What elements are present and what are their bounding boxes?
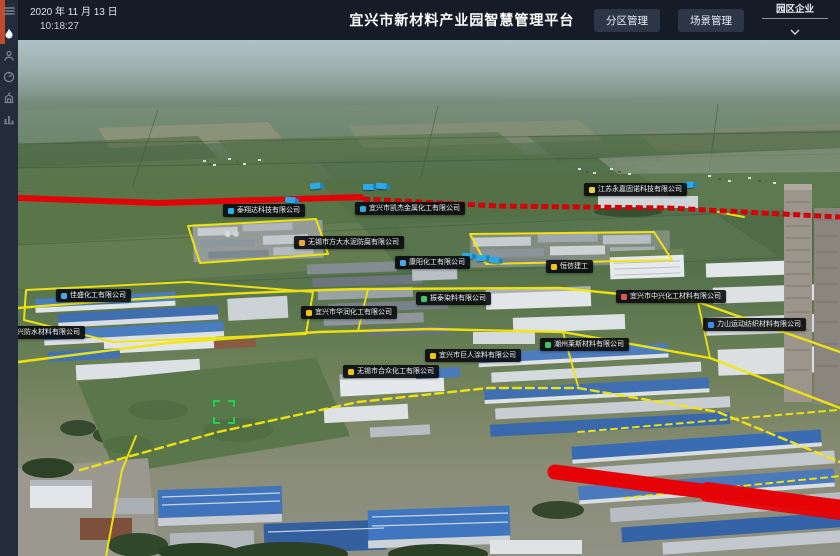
page-title: 宜兴市新材料产业园智慧管理平台	[349, 10, 574, 30]
company-label-text: 无锡市合众化工有限公司	[357, 368, 434, 375]
company-label[interactable]: 力山运动纺织材料有限公司	[703, 318, 806, 331]
dropdown-divider	[762, 18, 828, 19]
left-toolbar	[0, 0, 18, 556]
company-label[interactable]: 江苏永嘉固诺科技有限公司	[584, 183, 687, 196]
gauge-icon	[3, 71, 15, 83]
company-marker-icon	[708, 322, 714, 328]
company-label-text: 宜兴防水材料有限公司	[18, 329, 80, 336]
company-label[interactable]: 佳盛化工有限公司	[56, 289, 131, 302]
company-label[interactable]: 宜兴市巨人涂料有限公司	[425, 349, 521, 362]
company-label-text: 振泰染料有限公司	[430, 295, 486, 302]
company-label[interactable]: 无锡市方大水泥防腐有限公司	[294, 236, 404, 249]
current-time: 10:18:27	[40, 20, 118, 35]
company-marker-icon	[589, 187, 595, 193]
company-label-text: 宜兴市凯杰金属化工有限公司	[369, 205, 460, 212]
toolbar-item-statistics[interactable]	[0, 110, 18, 128]
flame-icon	[3, 28, 15, 40]
company-marker-icon	[400, 260, 406, 266]
vehicle-marker[interactable]	[476, 254, 488, 261]
company-label[interactable]: 恒信建工	[546, 260, 593, 273]
vehicle-marker[interactable]	[489, 257, 500, 264]
map-3d-view[interactable]: 泰翔达科技有限公司 宜兴市凯杰金属化工有限公司 江苏永嘉固诺科技有限公司 无锡市…	[18, 40, 840, 556]
top-bar: 2020 年 11 月 13 日 10:18:27 宜兴市新材料产业园智慧管理平…	[18, 0, 840, 40]
toolbar-item-menu[interactable]	[0, 2, 18, 20]
header-actions: 分区管理 场景管理 园区企业	[594, 1, 840, 40]
vehicle-marker[interactable]	[310, 182, 322, 189]
vehicle-marker[interactable]	[285, 197, 296, 204]
company-marker-icon	[360, 206, 366, 212]
toolbar-item-enterprise[interactable]	[0, 89, 18, 107]
app-window: 2020 年 11 月 13 日 10:18:27 宜兴市新材料产业园智慧管理平…	[0, 0, 840, 556]
company-marker-icon	[61, 293, 67, 299]
factory-icon	[3, 92, 15, 104]
company-label[interactable]: 宜兴防水材料有限公司	[18, 326, 85, 339]
toolbar-item-monitor[interactable]	[0, 68, 18, 86]
company-label-text: 泰翔达科技有限公司	[237, 207, 300, 214]
company-label[interactable]: 无锡市合众化工有限公司	[343, 365, 439, 378]
scene-manage-button[interactable]: 场景管理	[678, 9, 744, 32]
park-enterprise-dropdown[interactable]: 园区企业	[762, 1, 828, 40]
company-marker-icon	[348, 369, 354, 375]
company-label-text: 无锡市方大水泥防腐有限公司	[308, 239, 399, 246]
dropdown-label: 园区企业	[776, 1, 814, 18]
company-marker-icon	[421, 296, 427, 302]
company-label[interactable]: 振泰染料有限公司	[416, 292, 491, 305]
hamburger-icon	[3, 5, 15, 17]
company-marker-icon	[551, 264, 557, 270]
bar-chart-icon	[3, 113, 15, 125]
company-label-text: 宜兴市巨人涂料有限公司	[439, 352, 516, 359]
company-label-text: 宜兴市中兴化工材料有限公司	[630, 293, 721, 300]
company-label-text: 江苏永嘉固诺科技有限公司	[598, 186, 682, 193]
company-label[interactable]: 泰翔达科技有限公司	[223, 204, 305, 217]
person-icon	[3, 50, 15, 62]
company-label-text: 力山运动纺织材料有限公司	[717, 321, 801, 328]
company-label-text: 潮州莱斯材料有限公司	[554, 341, 624, 348]
company-marker-icon	[621, 294, 627, 300]
vehicle-marker[interactable]	[376, 183, 387, 190]
selection-box	[213, 400, 235, 424]
current-date: 2020 年 11 月 13 日	[30, 6, 118, 21]
company-label-text: 康阳化工有限公司	[409, 259, 465, 266]
zone-manage-button[interactable]: 分区管理	[594, 9, 660, 32]
company-label[interactable]: 康阳化工有限公司	[395, 256, 470, 269]
toolbar-item-fire[interactable]	[0, 25, 18, 43]
company-marker-icon	[228, 208, 234, 214]
company-label[interactable]: 宜兴市中兴化工材料有限公司	[616, 290, 726, 303]
chevron-down-icon	[790, 22, 800, 40]
company-label[interactable]: 潮州莱斯材料有限公司	[540, 338, 629, 351]
datetime-block: 2020 年 11 月 13 日 10:18:27	[30, 6, 118, 35]
vehicle-marker[interactable]	[363, 184, 374, 190]
company-marker-icon	[545, 342, 551, 348]
company-marker-icon	[430, 353, 436, 359]
company-label-text: 宜兴市华润化工有限公司	[315, 309, 392, 316]
toolbar-item-personnel[interactable]	[0, 47, 18, 65]
company-marker-icon	[306, 310, 312, 316]
company-label-text: 佳盛化工有限公司	[70, 292, 126, 299]
company-marker-icon	[299, 240, 305, 246]
company-label[interactable]: 宜兴市华润化工有限公司	[301, 306, 397, 319]
company-label[interactable]: 宜兴市凯杰金属化工有限公司	[355, 202, 465, 215]
company-label-text: 恒信建工	[560, 263, 588, 270]
